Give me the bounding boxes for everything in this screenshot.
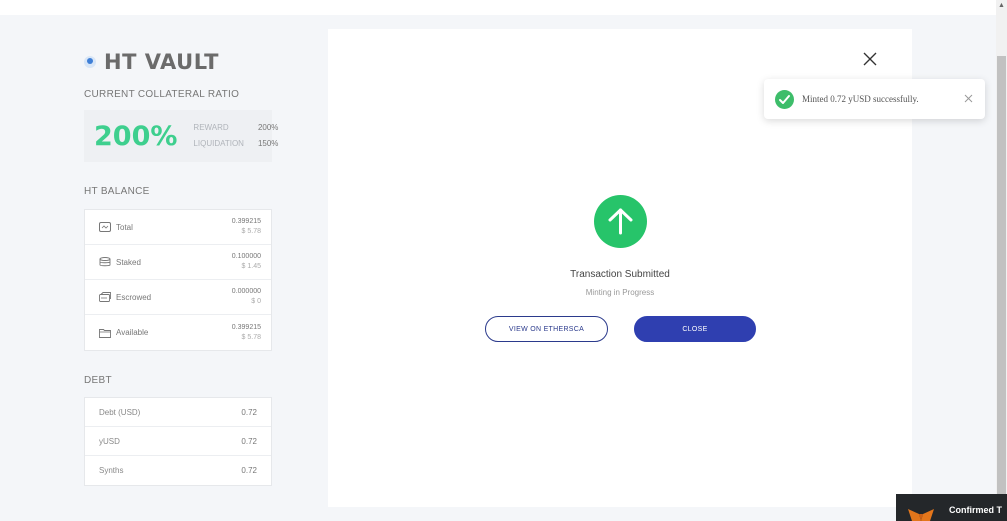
balance-label: Available <box>116 328 149 337</box>
debt-label: DEBT <box>84 375 112 386</box>
metamask-status-label: Confirmed T <box>949 505 1002 515</box>
balance-row-escrowed: Escrowed 0.000000 $ 0 <box>85 280 271 315</box>
debt-row-label: yUSD <box>99 436 120 446</box>
balance-label: Total <box>116 222 133 232</box>
database-icon <box>99 257 111 267</box>
debt-row-label: Debt (USD) <box>99 407 141 417</box>
balance-row-total: Total 0.399215 $ 5.78 <box>85 210 271 245</box>
toast-message: Minted 0.72 yUSD successfully. <box>802 94 919 104</box>
ht-logo-icon <box>84 56 96 68</box>
balance-usd: $ 5.78 <box>241 228 261 235</box>
scrollbar-thumb[interactable] <box>997 56 1006 501</box>
wallet-icon <box>99 222 111 232</box>
metamask-notification[interactable]: Confirmed T <box>896 494 1007 521</box>
folder-icon <box>99 328 111 338</box>
debt-row: yUSD 0.72 <box>85 427 271 456</box>
check-circle-icon <box>775 89 794 109</box>
balance-amount: 0.399215 <box>231 323 261 331</box>
escrow-icon <box>99 292 111 302</box>
view-on-etherscan-button[interactable]: VIEW ON ETHERSCA <box>485 316 608 342</box>
toast-close-icon[interactable] <box>964 94 973 103</box>
modal-title: Transaction Submitted <box>570 269 670 280</box>
collateral-ratio-box: 200% REWARD 200% LIQUIDATION 150% <box>84 110 278 162</box>
balance-card: Total 0.399215 $ 5.78 Staked 0.100000 $ … <box>84 209 272 351</box>
debt-row: Debt (USD) 0.72 <box>85 398 271 427</box>
vault-title: HT VAULT <box>104 50 219 74</box>
success-badge <box>594 195 647 248</box>
balance-row-staked: Staked 0.100000 $ 1.45 <box>85 245 271 280</box>
collateral-ratio-value: 200% <box>94 120 178 152</box>
scrollbar[interactable]: ▲ <box>996 0 1007 521</box>
balance-amount: 0.100000 <box>231 253 261 260</box>
reward-label: REWARD <box>193 123 229 132</box>
metamask-fox-icon <box>908 509 934 521</box>
ht-balance-label: HT BALANCE <box>84 186 150 197</box>
balance-amount: 0.399215 <box>231 218 261 225</box>
debt-row-label: Synths <box>99 466 124 475</box>
balance-usd: $ 5.78 <box>241 333 261 341</box>
debt-row-value: 0.72 <box>241 436 257 446</box>
modal-subtitle: Minting in Progress <box>585 288 655 297</box>
liquidation-label: LIQUIDATION <box>193 139 244 148</box>
debt-row-value: 0.72 <box>241 466 257 475</box>
vault-header: HT VAULT <box>84 50 219 74</box>
debt-card: Debt (USD) 0.72 yUSD 0.72 Synths 0.72 <box>84 397 272 486</box>
arrow-up-icon <box>608 208 633 235</box>
balance-label: Staked <box>116 257 141 267</box>
close-button[interactable]: CLOSE <box>634 316 756 342</box>
balance-amount: 0.000000 <box>231 288 261 295</box>
balance-usd: $ 0 <box>251 298 261 305</box>
reward-value: 200% <box>257 123 279 132</box>
balance-label: Escrowed <box>116 292 152 302</box>
ratio-details: REWARD 200% LIQUIDATION 150% <box>193 120 278 152</box>
success-toast: Minted 0.72 yUSD successfully. <box>764 79 985 119</box>
top-bar <box>0 0 996 15</box>
scroll-up-arrow-icon[interactable]: ▲ <box>998 2 1005 9</box>
collateral-ratio-label: CURRENT COLLATERAL RATIO <box>84 89 240 100</box>
balance-row-available: Available 0.399215 $ 5.78 <box>85 315 271 350</box>
liquidation-value: 150% <box>257 139 279 148</box>
debt-row: Synths 0.72 <box>85 456 271 485</box>
debt-row-value: 0.72 <box>241 407 257 417</box>
close-icon[interactable] <box>863 52 877 66</box>
balance-usd: $ 1.45 <box>241 263 261 270</box>
